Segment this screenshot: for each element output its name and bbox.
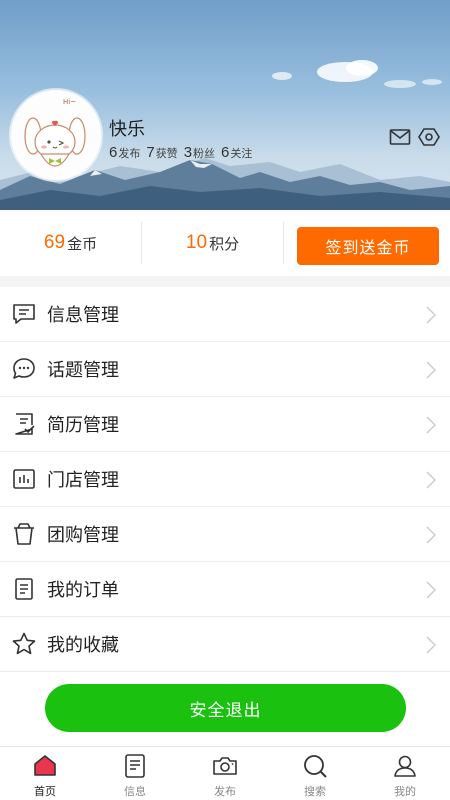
logout-button[interactable]: 安全退出 <box>45 684 406 732</box>
camera-icon <box>213 757 237 775</box>
tab-search[interactable]: 搜索 <box>270 747 360 800</box>
store-chart-icon <box>13 469 35 489</box>
chevron-right-icon <box>426 636 436 654</box>
menu-item-my-favorites[interactable]: 我的收藏 <box>0 617 450 672</box>
menu-item-resume-manage[interactable]: 简历管理 <box>0 397 450 452</box>
user-icon <box>394 755 416 777</box>
points-bar: 69 金币 10 积分 签到送金币 <box>0 210 450 276</box>
chevron-right-icon <box>426 471 436 489</box>
tab-mine[interactable]: 我的 <box>360 747 450 800</box>
cup-icon <box>14 523 34 545</box>
message-icon <box>13 304 35 324</box>
bottom-tab-bar: 首页 信息 发布 搜索 我的 <box>0 746 450 800</box>
tab-publish[interactable]: 发布 <box>180 747 270 800</box>
settings-icon[interactable] <box>418 127 440 147</box>
management-menu: 信息管理 话题管理 简历管理 门店管理 团购管理 我的订单 我的收藏 <box>0 287 450 672</box>
stat-following[interactable]: 6 关注 <box>221 144 252 161</box>
stat-fans[interactable]: 3 粉丝 <box>184 144 215 161</box>
home-icon <box>34 755 56 776</box>
avatar-greeting: Hi~ <box>63 98 77 106</box>
resume-icon <box>15 413 35 435</box>
chevron-right-icon <box>426 306 436 324</box>
menu-item-topic-manage[interactable]: 话题管理 <box>0 342 450 397</box>
menu-item-store-manage[interactable]: 门店管理 <box>0 452 450 507</box>
stat-posts[interactable]: 6 发布 <box>109 144 140 161</box>
logout-section: 安全退出 <box>0 672 450 746</box>
chevron-right-icon <box>426 361 436 379</box>
search-icon <box>304 755 327 778</box>
tab-info[interactable]: 信息 <box>90 747 180 800</box>
menu-item-info-manage[interactable]: 信息管理 <box>0 287 450 342</box>
user-stats: 6 发布 7 获赞 3 粉丝 6 关注 <box>109 144 252 161</box>
avatar[interactable]: Hi~ <box>11 90 101 180</box>
chevron-right-icon <box>426 581 436 599</box>
stat-likes[interactable]: 7 获赞 <box>146 144 177 161</box>
chat-bubble-icon <box>13 358 35 379</box>
star-icon <box>12 632 36 655</box>
tab-home[interactable]: 首页 <box>0 747 90 800</box>
user-name: 快乐 <box>109 119 145 139</box>
chevron-right-icon <box>426 526 436 544</box>
coins-counter[interactable]: 69 金币 <box>0 222 142 264</box>
order-list-icon <box>15 578 33 600</box>
document-icon <box>125 754 145 778</box>
chevron-right-icon <box>426 416 436 434</box>
menu-item-my-orders[interactable]: 我的订单 <box>0 562 450 617</box>
profile-header: Hi~ 快乐 6 发布 7 获赞 3 粉丝 6 关注 <box>0 0 450 210</box>
score-counter[interactable]: 10 积分 <box>142 222 284 264</box>
signin-coins-button[interactable]: 签到送金币 <box>297 227 439 265</box>
menu-item-groupbuy-manage[interactable]: 团购管理 <box>0 507 450 562</box>
mail-icon[interactable] <box>389 127 411 147</box>
